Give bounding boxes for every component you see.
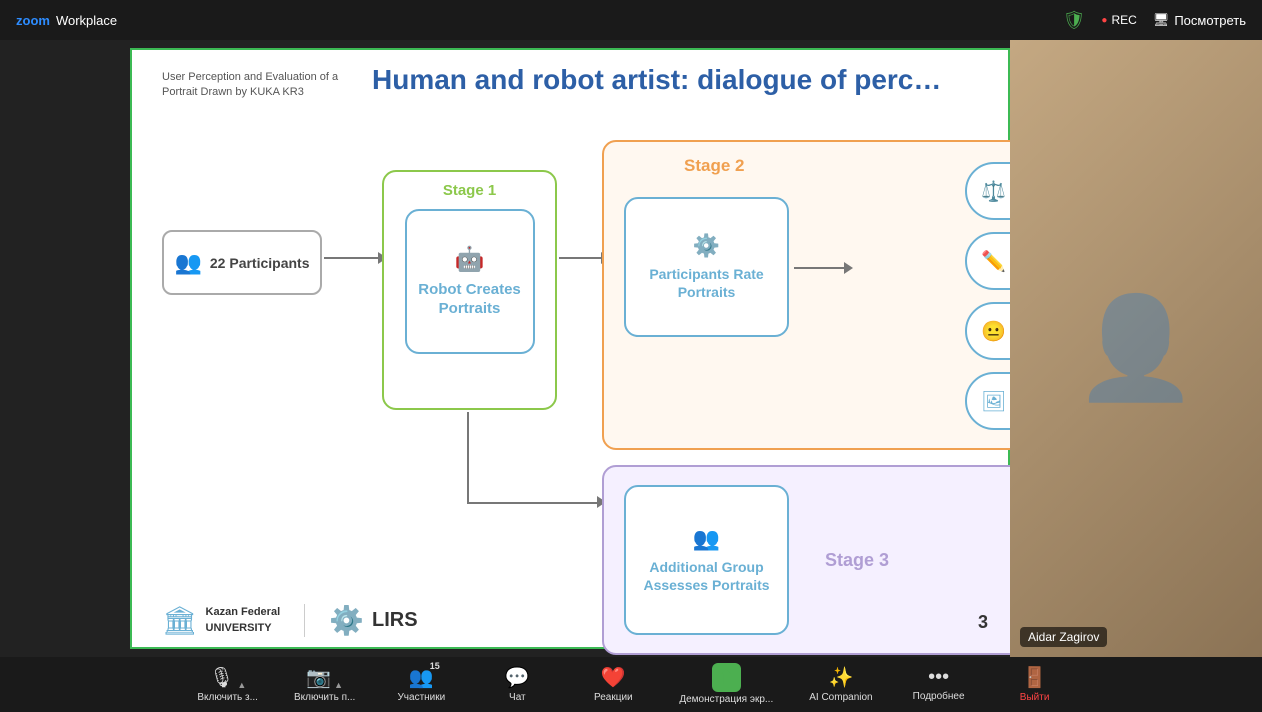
chat-button[interactable]: 💬 Чат <box>487 665 547 704</box>
more-button[interactable]: ••• Подробнее <box>909 666 969 703</box>
stage3-container: 👥 Additional Group Assesses Portraits St… <box>602 465 1032 655</box>
ai-companion-button[interactable]: ✨ AI Companion <box>809 665 872 704</box>
share-screen-button[interactable]: ⬆ Демонстрация экр... <box>679 663 773 706</box>
view-button[interactable]: 🖥 Посмотреть <box>1153 12 1246 28</box>
arrow-rate-to-results <box>794 262 853 274</box>
participants-box: 👥 22 Participants <box>162 230 322 295</box>
zoom-logo: zoom Workplace <box>16 13 117 28</box>
person-name-badge: Aidar Zagirov <box>1020 627 1107 647</box>
diagram: 👥 22 Participants Stage 1 🤖 Robot Create… <box>162 130 988 587</box>
video-caret: ▲ <box>334 680 343 690</box>
video-panel: 👤 Aidar Zagirov <box>1010 40 1262 657</box>
person-background: 👤 <box>1010 40 1262 657</box>
slide-subtitle: User Perception and Evaluation of aPortr… <box>162 70 338 101</box>
rec-badge: ● REC <box>1101 13 1136 27</box>
participants-count: 15 <box>430 661 440 671</box>
leave-label: Выйти <box>1020 692 1050 704</box>
slide-title: Human and robot artist: dialogue of perc… <box>372 64 941 96</box>
lirs-logo-text: LIRS <box>372 609 418 632</box>
leave-icon: 🚪 <box>1022 665 1047 690</box>
share-icon: ⬆ <box>712 663 741 692</box>
reactions-icon: ❤️ <box>601 665 626 690</box>
stage2-label: Stage 2 <box>684 156 744 176</box>
participants-icon: 👥 <box>174 250 201 276</box>
bottom-bar: 🎙 ▲ Включить з... 📷 ▲ Включить п... 👥 15… <box>0 657 1262 712</box>
rec-dot: ● <box>1101 15 1107 26</box>
video-person: 👤 Aidar Zagirov <box>1010 40 1262 657</box>
artistic-value-icon: 🖼 <box>981 389 1006 414</box>
person-silhouette: 👤 <box>1074 290 1199 407</box>
ai-icon: ✨ <box>828 665 853 690</box>
aesthetics-icon: ✏️ <box>981 249 1006 274</box>
stage3-label: Stage 3 <box>825 550 889 571</box>
chat-label: Чат <box>509 692 526 704</box>
robot-icon: 🤖 <box>455 245 485 274</box>
mute-button[interactable]: 🎙 ▲ Включить з... <box>197 665 258 704</box>
stage1-label: Stage 1 <box>443 182 496 199</box>
rate-icon: ⚙️ <box>693 233 720 259</box>
video-button[interactable]: 📷 ▲ Включить п... <box>294 665 355 704</box>
stage1-inner-box: 🤖 Robot Creates Portraits <box>405 209 535 354</box>
stage1-container: Stage 1 🤖 Robot Creates Portraits <box>382 170 557 410</box>
more-label: Подробнее <box>913 691 965 703</box>
logos-area: 🏛 Kazan FederalUNIVERSITY ⚙️ LIRS <box>162 604 418 637</box>
additional-box: 👥 Additional Group Assesses Portraits <box>624 485 789 635</box>
reactions-label: Реакции <box>594 692 633 704</box>
zoom-logo-sub: Workplace <box>56 13 117 28</box>
main-area: User Perception and Evaluation of aPortr… <box>0 40 1010 657</box>
slide-container: User Perception and Evaluation of aPortr… <box>130 48 1010 649</box>
reactions-button[interactable]: ❤️ Реакции <box>583 665 643 704</box>
rec-label: REC <box>1111 13 1136 27</box>
additional-icon: 👥 <box>693 526 720 552</box>
chat-icon: 💬 <box>505 665 530 690</box>
page-number: 3 <box>978 612 988 633</box>
top-bar: zoom Workplace 🛡 ● REC 🖥 Посмотреть <box>0 0 1262 40</box>
arrow-participants-to-stage1 <box>324 252 387 264</box>
emotions-icon: 😐 <box>981 319 1006 344</box>
slide-inner: User Perception and Evaluation of aPortr… <box>132 50 1008 647</box>
subtitle-text: User Perception and Evaluation of aPortr… <box>162 71 338 98</box>
ai-label: AI Companion <box>809 692 872 704</box>
participants-text: 22 Participants <box>210 255 310 271</box>
stage1-inner-text: Robot Creates Portraits <box>407 280 533 319</box>
similarity-icon: ⚖️ <box>981 179 1006 204</box>
leave-button[interactable]: 🚪 Выйти <box>1005 665 1065 704</box>
logo-lirs: ⚙️ LIRS <box>329 604 417 637</box>
participants-icon-btn: 👥 15 <box>409 665 434 690</box>
mute-icon: 🎙 <box>209 665 234 690</box>
rate-text: Participants Rate Portraits <box>626 265 787 301</box>
view-label: Посмотреть <box>1174 13 1246 28</box>
video-icon: 📷 <box>306 665 331 690</box>
video-label: Включить п... <box>294 692 355 704</box>
logo-kazan: 🏛 Kazan FederalUNIVERSITY <box>162 604 305 637</box>
participants-button[interactable]: 👥 15 Участники <box>391 665 451 704</box>
participants-label: Участники <box>397 692 445 704</box>
lirs-logo-icon: ⚙️ <box>329 604 364 637</box>
rate-portraits-box: ⚙️ Participants Rate Portraits <box>624 197 789 337</box>
kazan-logo-text: Kazan FederalUNIVERSITY <box>206 605 281 636</box>
mute-caret: ▲ <box>237 680 246 690</box>
more-icon: ••• <box>928 666 949 689</box>
mute-label: Включить з... <box>197 692 258 704</box>
view-icon: 🖥 <box>1153 12 1170 28</box>
additional-text: Additional Group Assesses Portraits <box>626 558 787 594</box>
zoom-logo-text: zoom <box>16 14 50 27</box>
shield-icon: 🛡 <box>1063 10 1086 31</box>
top-bar-right: 🛡 ● REC 🖥 Посмотреть <box>1063 10 1246 31</box>
kazan-logo-icon: 🏛 <box>162 604 198 637</box>
share-label: Демонстрация экр... <box>679 694 773 706</box>
